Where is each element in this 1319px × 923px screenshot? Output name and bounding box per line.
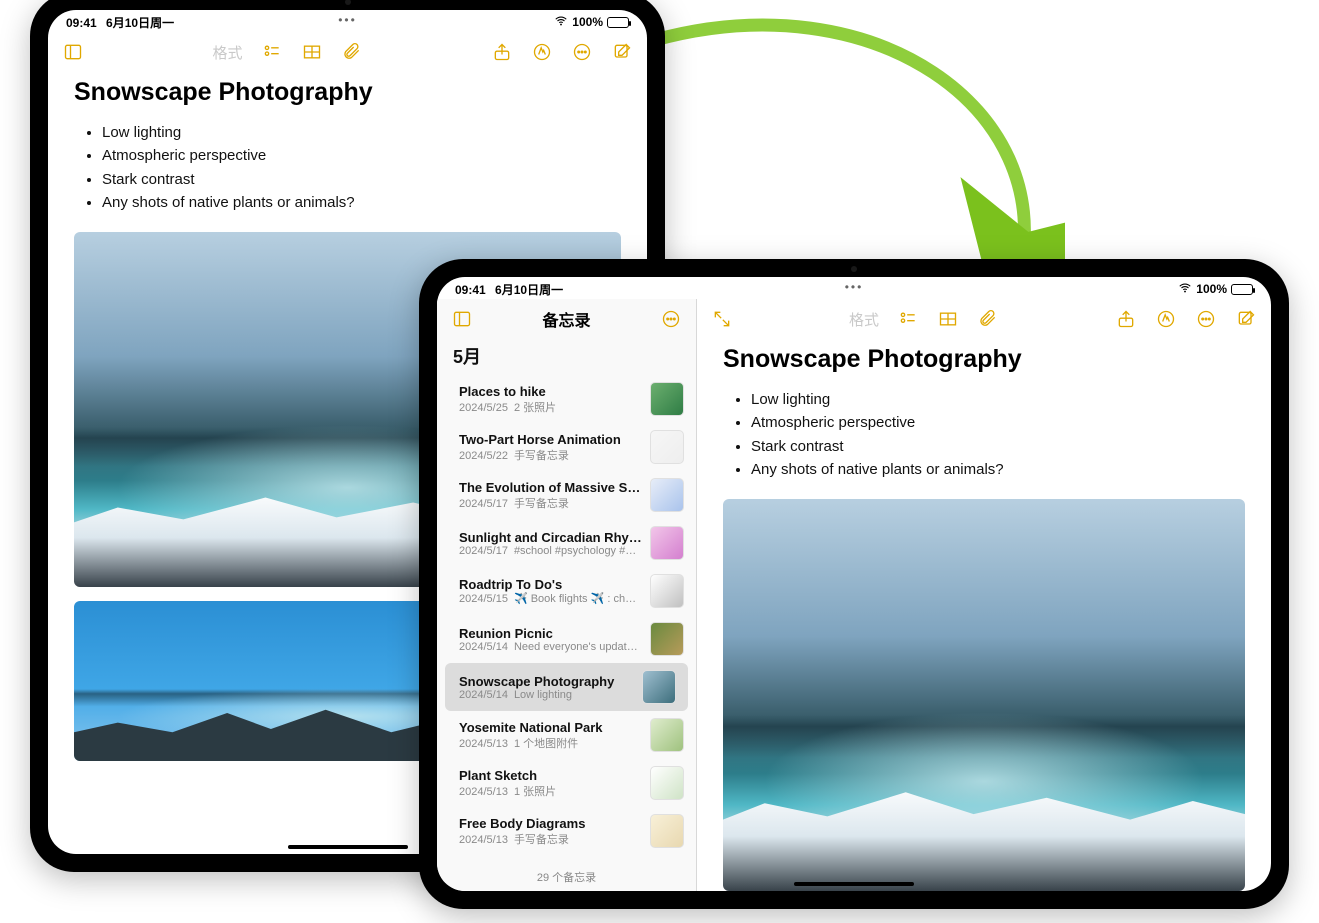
more-icon[interactable] <box>660 308 682 330</box>
note-item-title: Sunlight and Circadian Rhyth… <box>459 530 642 545</box>
bullet-item[interactable]: Any shots of native plants or animals? <box>751 458 1245 481</box>
note-item-subtitle: 2024/5/22手写备忘录 <box>459 447 642 463</box>
note-item-thumbnail <box>650 478 684 512</box>
note-item-subtitle: 2024/5/15✈️ Book flights ✈️ : che… <box>459 592 642 605</box>
note-item-subtitle: 2024/5/17#school #psychology #… <box>459 545 642 557</box>
compose-icon[interactable] <box>611 41 633 63</box>
note-item-thumbnail <box>650 766 684 800</box>
note-item-title: Two-Part Horse Animation <box>459 432 642 447</box>
note-list-item[interactable]: Sunlight and Circadian Rhyth…2024/5/17#s… <box>437 519 696 567</box>
table-icon[interactable] <box>301 41 323 63</box>
note-list-item[interactable]: Two-Part Horse Animation2024/5/22手写备忘录 <box>437 423 696 471</box>
note-item-title: The Evolution of Massive Star… <box>459 480 642 495</box>
note-toolbar: 格式 <box>48 32 647 72</box>
home-indicator[interactable] <box>288 845 408 849</box>
note-item-title: Places to hike <box>459 384 642 399</box>
note-item-subtitle: 2024/5/14Low lighting <box>459 689 634 701</box>
bullet-item[interactable]: Any shots of native plants or animals? <box>102 191 621 214</box>
note-item-subtitle: 2024/5/131 个地图附件 <box>459 735 642 751</box>
note-list-item[interactable]: Roadtrip To Do's2024/5/15✈️ Book flights… <box>437 567 696 615</box>
markup-icon[interactable] <box>531 41 553 63</box>
checklist-icon[interactable] <box>897 308 919 330</box>
note-attached-photo[interactable] <box>723 499 1245 891</box>
note-item-thumbnail <box>650 430 684 464</box>
format-button[interactable]: 格式 <box>849 309 879 330</box>
note-item-thumbnail <box>650 382 684 416</box>
note-item-subtitle: 2024/5/252 张照片 <box>459 399 642 415</box>
note-list-item[interactable]: Snowscape Photography2024/5/14Low lighti… <box>445 663 688 711</box>
note-item-thumbnail <box>650 718 684 752</box>
note-title[interactable]: Snowscape Photography <box>74 78 621 107</box>
sidebar-title: 备忘录 <box>542 307 590 331</box>
attachment-icon[interactable] <box>341 41 363 63</box>
note-item-title: Roadtrip To Do's <box>459 577 642 592</box>
bullet-item[interactable]: Stark contrast <box>102 168 621 191</box>
sidebar-footer: 29 个备忘录 <box>437 865 696 891</box>
attachment-icon[interactable] <box>977 308 999 330</box>
note-list[interactable]: Places to hike2024/5/252 张照片Two-Part Hor… <box>437 375 696 865</box>
share-icon[interactable] <box>491 41 513 63</box>
note-item-title: Plant Sketch <box>459 768 642 783</box>
note-item-subtitle: 2024/5/131 张照片 <box>459 783 642 799</box>
checklist-icon[interactable] <box>261 41 283 63</box>
battery-icon <box>607 17 629 28</box>
sidebar-toggle-icon[interactable] <box>451 308 473 330</box>
fullscreen-icon[interactable] <box>711 308 733 330</box>
more-icon[interactable] <box>571 41 593 63</box>
note-item-title: Free Body Diagrams <box>459 816 642 831</box>
compose-icon[interactable] <box>1235 308 1257 330</box>
note-item-subtitle: 2024/5/14Need everyone's updat… <box>459 641 642 653</box>
share-icon[interactable] <box>1115 308 1137 330</box>
status-date: 6月10日周一 <box>106 16 174 30</box>
battery-percent: 100% <box>572 15 603 29</box>
note-item-thumbnail <box>650 814 684 848</box>
markup-icon[interactable] <box>1155 308 1177 330</box>
multitask-handle[interactable]: ••• <box>845 280 864 294</box>
battery-percent: 100% <box>1196 282 1227 296</box>
bullet-item[interactable]: Stark contrast <box>751 435 1245 458</box>
bullet-item[interactable]: Atmospheric perspective <box>102 144 621 167</box>
note-item-thumbnail <box>650 526 684 560</box>
status-date: 6月10日周一 <box>495 283 563 297</box>
more-icon[interactable] <box>1195 308 1217 330</box>
sidebar-month: 5月 <box>437 339 696 375</box>
battery-icon <box>1231 284 1253 295</box>
bullet-item[interactable]: Low lighting <box>751 388 1245 411</box>
note-item-thumbnail <box>642 670 676 704</box>
multitask-handle[interactable]: ••• <box>338 13 357 27</box>
note-pane: 格式 <box>697 299 1271 891</box>
note-list-item[interactable]: Places to hike2024/5/252 张照片 <box>437 375 696 423</box>
note-item-thumbnail <box>650 622 684 656</box>
note-item-title: Yosemite National Park <box>459 720 642 735</box>
format-button[interactable]: 格式 <box>213 42 243 63</box>
note-bullets[interactable]: Low lighting Atmospheric perspective Sta… <box>74 121 621 214</box>
bullet-item[interactable]: Atmospheric perspective <box>751 411 1245 434</box>
note-item-title: Reunion Picnic <box>459 626 642 641</box>
notes-sidebar: 备忘录 5月 Places to hike2024/5/252 张照片Two-P… <box>437 299 697 891</box>
note-item-thumbnail <box>650 574 684 608</box>
note-list-item[interactable]: Reunion Picnic2024/5/14Need everyone's u… <box>437 615 696 663</box>
note-bullets[interactable]: Low lighting Atmospheric perspective Sta… <box>723 388 1245 481</box>
ipad-landscape: ••• 09:41 6月10日周一 100% 备忘 <box>419 259 1289 909</box>
status-time: 09:41 <box>66 16 97 30</box>
table-icon[interactable] <box>937 308 959 330</box>
note-list-item[interactable]: The Evolution of Massive Star…2024/5/17手… <box>437 471 696 519</box>
bullet-item[interactable]: Low lighting <box>102 121 621 144</box>
note-item-title: Snowscape Photography <box>459 674 634 689</box>
wifi-icon <box>1178 281 1192 298</box>
note-list-item[interactable]: Plant Sketch2024/5/131 张照片 <box>437 759 696 807</box>
status-time: 09:41 <box>455 283 486 297</box>
sidebar-toggle-icon[interactable] <box>62 41 84 63</box>
note-list-item[interactable]: Yosemite National Park2024/5/131 个地图附件 <box>437 711 696 759</box>
wifi-icon <box>554 14 568 31</box>
note-item-subtitle: 2024/5/17手写备忘录 <box>459 495 642 511</box>
note-title[interactable]: Snowscape Photography <box>723 345 1245 374</box>
note-list-item[interactable]: Free Body Diagrams2024/5/13手写备忘录 <box>437 807 696 855</box>
home-indicator[interactable] <box>794 882 914 886</box>
note-item-subtitle: 2024/5/13手写备忘录 <box>459 831 642 847</box>
